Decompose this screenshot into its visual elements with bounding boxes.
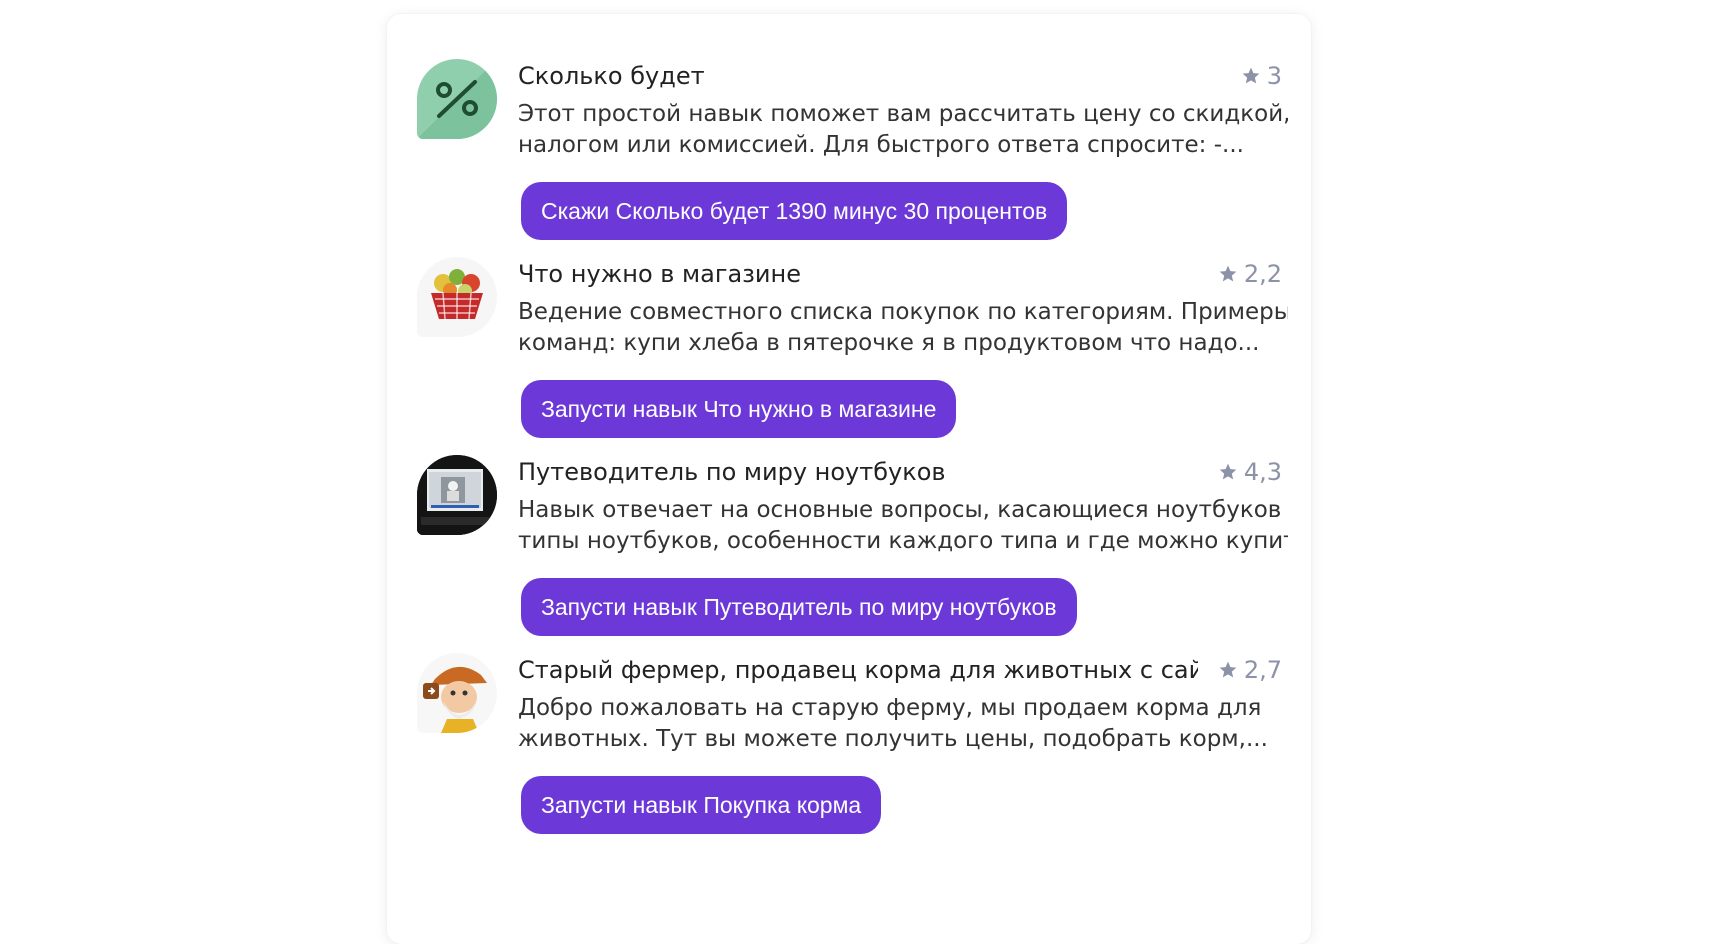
skill-title[interactable]: Что нужно в магазине	[518, 259, 1198, 289]
skill-item: Сколько будет 3 Этот простой навык помож…	[387, 59, 1311, 259]
skill-description: Этот простой навык поможет вам рассчитат…	[518, 99, 1288, 161]
star-icon	[1219, 661, 1237, 678]
rating-value: 2,7	[1243, 656, 1282, 684]
skill-title[interactable]: Сколько будет	[518, 61, 1198, 91]
description-line: Навык отвечает на основные вопросы, каса…	[518, 497, 1288, 523]
skill-rating: 2,7	[1218, 655, 1282, 685]
skill-item: Что нужно в магазине 2,2 Ведение совмест…	[387, 257, 1311, 457]
description-line: Добро пожаловать на старую ферму, мы про…	[518, 695, 1262, 721]
skill-item: Старый фермер, продавец корма для животн…	[387, 653, 1311, 853]
skills-card: Сколько будет 3 Этот простой навык помож…	[387, 14, 1311, 944]
skill-launch-button[interactable]: Запусти навык Что нужно в магазине	[521, 380, 957, 438]
star-icon	[1219, 463, 1237, 480]
skill-launch-button[interactable]: Запусти навык Путеводитель по миру ноутб…	[521, 578, 1077, 636]
laptop-photo-icon[interactable]	[417, 455, 497, 535]
description-line: животных. Тут вы можете получить цены, п…	[518, 726, 1268, 752]
skill-launch-button[interactable]: Запусти навык Покупка корма	[521, 776, 882, 834]
skill-rating: 3	[1241, 61, 1282, 91]
description-line: Ведение совместного списка покупок по ка…	[518, 299, 1288, 325]
description-line: типы ноутбуков, особенности каждого типа…	[518, 528, 1288, 554]
skill-description: Ведение совместного списка покупок по ка…	[518, 297, 1288, 359]
skill-description: Навык отвечает на основные вопросы, каса…	[518, 495, 1288, 557]
skill-description: Добро пожаловать на старую ферму, мы про…	[518, 693, 1288, 755]
description-line: налогом или комиссией. Для быстрого отве…	[518, 132, 1244, 158]
star-icon	[1219, 265, 1237, 282]
star-icon	[1242, 67, 1260, 84]
description-line: Этот простой навык поможет вам рассчитат…	[518, 101, 1288, 127]
rating-value: 3	[1266, 62, 1282, 90]
grocery-basket-icon[interactable]	[417, 257, 497, 337]
percent-icon[interactable]	[417, 59, 497, 139]
old-farmer-icon[interactable]	[417, 653, 497, 733]
skill-rating: 4,3	[1218, 457, 1282, 487]
skill-item: Путеводитель по миру ноутбуков 4,3 Навык…	[387, 455, 1311, 655]
rating-value: 4,3	[1243, 458, 1282, 486]
description-line: команд: купи хлеба в пятерочке я в проду…	[518, 330, 1260, 356]
skill-launch-button[interactable]: Скажи Сколько будет 1390 минус 30 процен…	[521, 182, 1068, 240]
rating-value: 2,2	[1243, 260, 1282, 288]
skill-title[interactable]: Путеводитель по миру ноутбуков	[518, 457, 1198, 487]
skill-rating: 2,2	[1218, 259, 1282, 289]
skill-title[interactable]: Старый фермер, продавец корма для животн…	[518, 655, 1198, 685]
